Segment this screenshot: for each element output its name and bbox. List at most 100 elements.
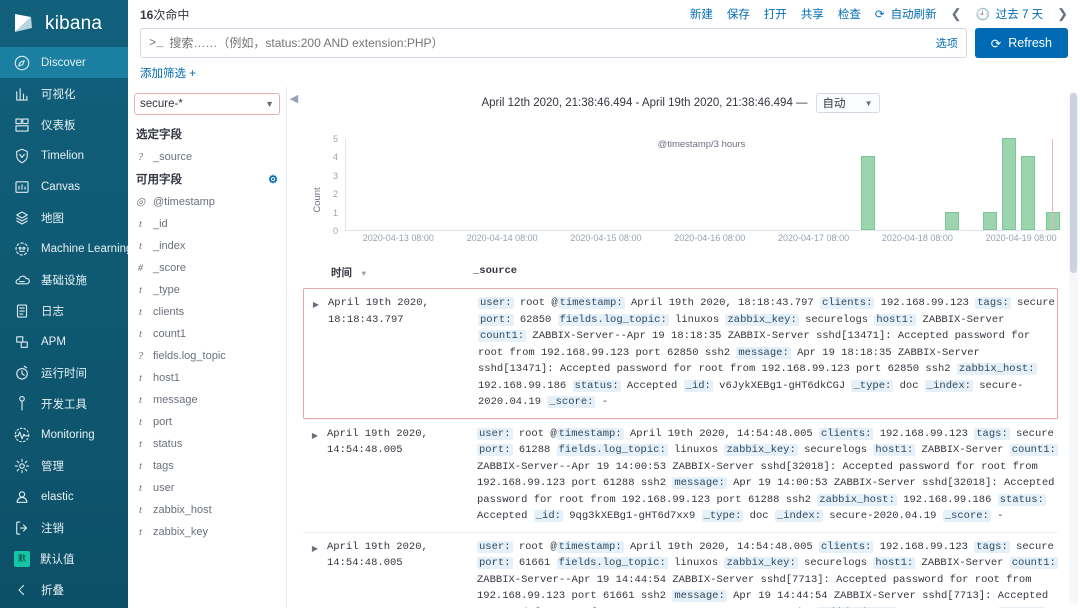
index-pattern-value: secure-* — [140, 98, 183, 110]
expand-row-icon[interactable]: ▶ — [304, 295, 328, 411]
refresh-button[interactable]: ⟳ Refresh — [974, 28, 1068, 58]
sidebar-item-label: 折叠 — [41, 584, 64, 597]
field-item-_id[interactable]: t _id — [128, 213, 286, 235]
menu-share[interactable]: 共享 — [801, 6, 824, 22]
sidebar-item-开发工具[interactable]: 开发工具 — [0, 388, 128, 419]
source-field-key: user: — [478, 297, 514, 309]
field-item-_score[interactable]: # _score — [128, 257, 286, 279]
menu-inspect[interactable]: 检查 — [838, 6, 861, 22]
canvas-icon — [13, 178, 31, 196]
chevron-left-icon[interactable]: ❮ — [951, 6, 962, 22]
compass-icon — [13, 54, 31, 72]
field-item-port[interactable]: t port — [128, 411, 286, 433]
collapse-sidebar-icon[interactable]: ◀ — [287, 91, 301, 105]
field-item-_source[interactable]: ? _source — [128, 146, 286, 168]
source-field-key: _index: — [774, 510, 823, 522]
add-filter-button[interactable]: 添加筛选 + — [128, 58, 1080, 87]
menu-new[interactable]: 新建 — [690, 6, 713, 22]
plot-area — [345, 138, 1061, 231]
field-item-zabbix_host[interactable]: t zabbix_host — [128, 499, 286, 521]
field-item-@timestamp[interactable]: ◎ @timestamp — [128, 191, 286, 213]
histogram-bar[interactable] — [1002, 138, 1017, 230]
field-item-tags[interactable]: t tags — [128, 455, 286, 477]
query-options-link[interactable]: 选项 — [930, 35, 958, 51]
available-fields-header: 可用字段 ⚙ — [128, 168, 286, 191]
sidebar-item-日志[interactable]: 日志 — [0, 295, 128, 326]
selected-fields-list: ? _source — [128, 146, 286, 168]
menu-open[interactable]: 打开 — [764, 6, 787, 22]
x-tick-label: 2020-04-15 08:00 — [570, 233, 642, 243]
menu-auto-refresh[interactable]: ⟳ 自动刷新 — [875, 6, 937, 22]
scrollbar-thumb[interactable] — [1070, 93, 1077, 273]
vertical-scrollbar[interactable] — [1069, 91, 1078, 604]
field-name: port — [153, 416, 172, 428]
source-field-key: _score: — [547, 396, 596, 408]
expand-row-icon[interactable]: ▶ — [303, 426, 327, 525]
histogram-bar[interactable] — [982, 211, 997, 230]
search-input-wrapper[interactable]: >_ 选项 — [140, 28, 967, 58]
sidebar-item-折叠[interactable]: 折叠 — [0, 574, 128, 605]
sidebar-item-elastic[interactable]: elastic — [0, 481, 128, 512]
top-bar: 16次命中 新建 保存 打开 共享 检查 ⟳ 自动刷新 ❮ 🕘 过去 7 天 ❯ — [128, 0, 1080, 24]
field-item-_index[interactable]: t _index — [128, 235, 286, 257]
y-tick-label: 0 — [332, 226, 338, 236]
field-name: _index — [153, 240, 186, 252]
sidebar-item-管理[interactable]: 管理 — [0, 450, 128, 481]
user-icon — [13, 488, 31, 506]
field-item-clients[interactable]: t clients — [128, 301, 286, 323]
histogram-bar[interactable] — [860, 156, 875, 230]
table-row[interactable]: ▶ April 19th 2020, 14:54:48.005 user: root… — [303, 531, 1058, 608]
sidebar-item-仪表板[interactable]: 仪表板 — [0, 109, 128, 140]
sidebar-item-可视化[interactable]: 可视化 — [0, 78, 128, 109]
sidebar-item-machine-learning[interactable]: Machine Learning — [0, 233, 128, 264]
field-settings-gear-icon[interactable]: ⚙ — [268, 173, 278, 186]
field-item-message[interactable]: t message — [128, 389, 286, 411]
sidebar-item-基础设施[interactable]: 基础设施 — [0, 264, 128, 295]
sidebar-item-注销[interactable]: 注销 — [0, 512, 128, 543]
sidebar-item-label: 地图 — [41, 212, 64, 225]
field-item-zabbix_key[interactable]: t zabbix_key — [128, 521, 286, 543]
field-item-fields.log_topic[interactable]: ? fields.log_topic — [128, 345, 286, 367]
field-type-icon: t — [139, 438, 142, 450]
chevron-right-icon[interactable]: ❯ — [1057, 6, 1068, 22]
x-tick-label: 2020-04-17 08:00 — [778, 233, 850, 243]
field-item-user[interactable]: t user — [128, 477, 286, 499]
sidebar-item-地图[interactable]: 地图 — [0, 202, 128, 233]
expand-row-icon[interactable]: ▶ — [303, 539, 327, 608]
interval-select[interactable]: 自动 ▼ — [815, 93, 880, 113]
sidebar-item-apm[interactable]: APM — [0, 326, 128, 357]
table-row[interactable]: ▶ April 19th 2020, 14:54:48.005 user: root… — [303, 418, 1058, 532]
sidebar-item-默认值[interactable]: 默默认值 — [0, 543, 128, 574]
search-input[interactable] — [169, 36, 930, 50]
kibana-logo[interactable]: kibana — [0, 0, 128, 47]
table-row[interactable]: ▶ April 19th 2020, 18:18:43.797 user: root… — [303, 288, 1058, 419]
sidebar-item-monitoring[interactable]: Monitoring — [0, 419, 128, 450]
histogram-bar[interactable] — [1046, 211, 1061, 230]
sidebar-item-canvas[interactable]: Canvas — [0, 171, 128, 202]
sidebar-item-label: 仪表板 — [41, 119, 76, 132]
x-tick-label: 2020-04-18 08:00 — [881, 233, 953, 243]
field-item-host1[interactable]: t host1 — [128, 367, 286, 389]
field-item-count1[interactable]: t count1 — [128, 323, 286, 345]
menu-save[interactable]: 保存 — [727, 6, 750, 22]
date-range-picker[interactable]: 🕘 过去 7 天 — [975, 6, 1043, 22]
sidebar-item-discover[interactable]: Discover — [0, 47, 128, 78]
histogram-bar[interactable] — [944, 211, 959, 230]
column-header-time[interactable]: 时间 ▼ — [331, 265, 473, 280]
field-item-status[interactable]: t status — [128, 433, 286, 455]
index-pattern-select[interactable]: secure-* ▼ — [134, 93, 280, 115]
sidebar-item-label: 开发工具 — [41, 398, 87, 411]
field-name: _type — [153, 284, 180, 296]
sidebar-item-label: 可视化 — [41, 88, 76, 101]
field-type-icon: t — [139, 372, 142, 384]
sidebar-item-timelion[interactable]: Timelion — [0, 140, 128, 171]
cell-source: user: root @ timestamp: April 19th 2020, … — [477, 427, 1058, 522]
field-item-_type[interactable]: t _type — [128, 279, 286, 301]
field-type-icon: t — [139, 526, 142, 538]
histogram-bar[interactable] — [1021, 156, 1036, 230]
x-axis: 2020-04-13 08:00 2020-04-14 08:00 2020-04-… — [345, 233, 1057, 247]
sort-desc-icon[interactable]: ▼ — [361, 270, 366, 279]
field-sidebar: secure-* ▼ 选定字段 ? _source 可用字段 ⚙ ◎ @timest… — [128, 87, 287, 608]
nav-list: Discover 可视化仪表板 Timelion Canvas 地图 Machine Le… — [0, 47, 128, 605]
sidebar-item-运行时间[interactable]: 运行时间 — [0, 357, 128, 388]
